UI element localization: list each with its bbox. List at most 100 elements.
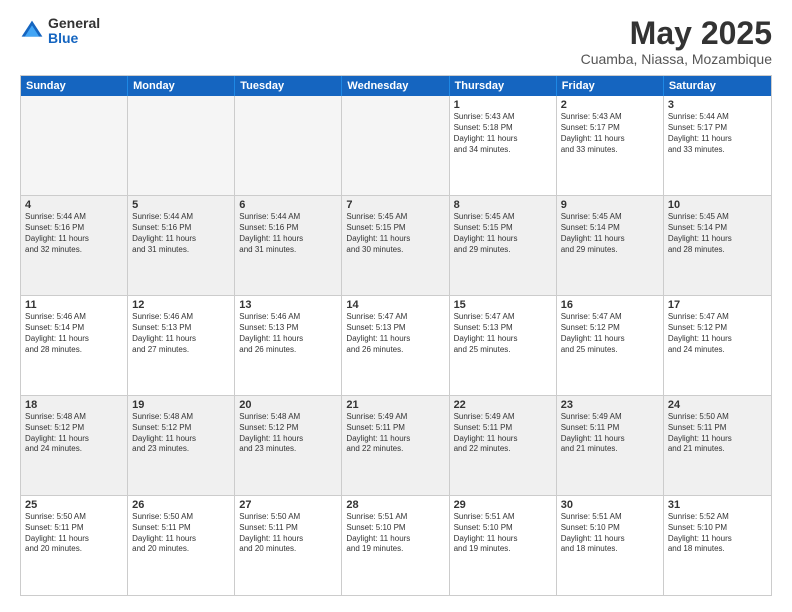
calendar-cell: 10Sunrise: 5:45 AM Sunset: 5:14 PM Dayli… (664, 196, 771, 295)
subtitle: Cuamba, Niassa, Mozambique (581, 51, 772, 67)
calendar: SundayMondayTuesdayWednesdayThursdayFrid… (20, 75, 772, 596)
cell-text: Sunrise: 5:44 AM Sunset: 5:16 PM Dayligh… (25, 212, 123, 255)
calendar-header: SundayMondayTuesdayWednesdayThursdayFrid… (21, 76, 771, 96)
calendar-cell: 30Sunrise: 5:51 AM Sunset: 5:10 PM Dayli… (557, 496, 664, 595)
logo: General Blue (20, 16, 100, 47)
day-number: 7 (346, 199, 444, 211)
day-number: 22 (454, 399, 552, 411)
calendar-cell: 25Sunrise: 5:50 AM Sunset: 5:11 PM Dayli… (21, 496, 128, 595)
day-number: 18 (25, 399, 123, 411)
cell-text: Sunrise: 5:46 AM Sunset: 5:13 PM Dayligh… (132, 312, 230, 355)
calendar-cell: 9Sunrise: 5:45 AM Sunset: 5:14 PM Daylig… (557, 196, 664, 295)
logo-icon (20, 19, 44, 43)
calendar-cell (128, 96, 235, 195)
calendar-header-cell: Friday (557, 76, 664, 96)
day-number: 12 (132, 299, 230, 311)
cell-text: Sunrise: 5:49 AM Sunset: 5:11 PM Dayligh… (454, 412, 552, 455)
calendar-header-cell: Monday (128, 76, 235, 96)
calendar-cell: 26Sunrise: 5:50 AM Sunset: 5:11 PM Dayli… (128, 496, 235, 595)
day-number: 21 (346, 399, 444, 411)
calendar-cell: 3Sunrise: 5:44 AM Sunset: 5:17 PM Daylig… (664, 96, 771, 195)
cell-text: Sunrise: 5:45 AM Sunset: 5:14 PM Dayligh… (561, 212, 659, 255)
day-number: 19 (132, 399, 230, 411)
day-number: 3 (668, 99, 767, 111)
day-number: 4 (25, 199, 123, 211)
calendar-cell: 16Sunrise: 5:47 AM Sunset: 5:12 PM Dayli… (557, 296, 664, 395)
day-number: 1 (454, 99, 552, 111)
calendar-row: 4Sunrise: 5:44 AM Sunset: 5:16 PM Daylig… (21, 196, 771, 296)
day-number: 10 (668, 199, 767, 211)
cell-text: Sunrise: 5:46 AM Sunset: 5:14 PM Dayligh… (25, 312, 123, 355)
calendar-cell: 31Sunrise: 5:52 AM Sunset: 5:10 PM Dayli… (664, 496, 771, 595)
day-number: 17 (668, 299, 767, 311)
day-number: 6 (239, 199, 337, 211)
calendar-cell: 8Sunrise: 5:45 AM Sunset: 5:15 PM Daylig… (450, 196, 557, 295)
day-number: 23 (561, 399, 659, 411)
cell-text: Sunrise: 5:52 AM Sunset: 5:10 PM Dayligh… (668, 512, 767, 555)
calendar-cell: 19Sunrise: 5:48 AM Sunset: 5:12 PM Dayli… (128, 396, 235, 495)
day-number: 29 (454, 499, 552, 511)
calendar-cell (21, 96, 128, 195)
day-number: 14 (346, 299, 444, 311)
calendar-cell: 7Sunrise: 5:45 AM Sunset: 5:15 PM Daylig… (342, 196, 449, 295)
calendar-cell: 29Sunrise: 5:51 AM Sunset: 5:10 PM Dayli… (450, 496, 557, 595)
cell-text: Sunrise: 5:50 AM Sunset: 5:11 PM Dayligh… (132, 512, 230, 555)
calendar-header-cell: Sunday (21, 76, 128, 96)
calendar-cell: 14Sunrise: 5:47 AM Sunset: 5:13 PM Dayli… (342, 296, 449, 395)
calendar-cell: 18Sunrise: 5:48 AM Sunset: 5:12 PM Dayli… (21, 396, 128, 495)
day-number: 30 (561, 499, 659, 511)
cell-text: Sunrise: 5:44 AM Sunset: 5:17 PM Dayligh… (668, 112, 767, 155)
cell-text: Sunrise: 5:51 AM Sunset: 5:10 PM Dayligh… (346, 512, 444, 555)
cell-text: Sunrise: 5:47 AM Sunset: 5:13 PM Dayligh… (454, 312, 552, 355)
logo-general: General (48, 16, 100, 31)
cell-text: Sunrise: 5:50 AM Sunset: 5:11 PM Dayligh… (25, 512, 123, 555)
day-number: 16 (561, 299, 659, 311)
page: General Blue May 2025 Cuamba, Niassa, Mo… (0, 0, 792, 612)
day-number: 5 (132, 199, 230, 211)
cell-text: Sunrise: 5:50 AM Sunset: 5:11 PM Dayligh… (239, 512, 337, 555)
day-number: 9 (561, 199, 659, 211)
cell-text: Sunrise: 5:48 AM Sunset: 5:12 PM Dayligh… (25, 412, 123, 455)
calendar-header-cell: Saturday (664, 76, 771, 96)
cell-text: Sunrise: 5:43 AM Sunset: 5:17 PM Dayligh… (561, 112, 659, 155)
calendar-header-cell: Thursday (450, 76, 557, 96)
main-title: May 2025 (581, 16, 772, 51)
cell-text: Sunrise: 5:48 AM Sunset: 5:12 PM Dayligh… (239, 412, 337, 455)
calendar-cell: 13Sunrise: 5:46 AM Sunset: 5:13 PM Dayli… (235, 296, 342, 395)
cell-text: Sunrise: 5:47 AM Sunset: 5:12 PM Dayligh… (561, 312, 659, 355)
day-number: 25 (25, 499, 123, 511)
logo-blue: Blue (48, 31, 100, 46)
calendar-cell: 2Sunrise: 5:43 AM Sunset: 5:17 PM Daylig… (557, 96, 664, 195)
calendar-header-cell: Wednesday (342, 76, 449, 96)
calendar-cell: 12Sunrise: 5:46 AM Sunset: 5:13 PM Dayli… (128, 296, 235, 395)
cell-text: Sunrise: 5:49 AM Sunset: 5:11 PM Dayligh… (346, 412, 444, 455)
logo-text: General Blue (48, 16, 100, 47)
calendar-cell: 28Sunrise: 5:51 AM Sunset: 5:10 PM Dayli… (342, 496, 449, 595)
cell-text: Sunrise: 5:51 AM Sunset: 5:10 PM Dayligh… (561, 512, 659, 555)
day-number: 13 (239, 299, 337, 311)
calendar-cell: 27Sunrise: 5:50 AM Sunset: 5:11 PM Dayli… (235, 496, 342, 595)
day-number: 11 (25, 299, 123, 311)
day-number: 31 (668, 499, 767, 511)
day-number: 27 (239, 499, 337, 511)
header: General Blue May 2025 Cuamba, Niassa, Mo… (20, 16, 772, 67)
day-number: 2 (561, 99, 659, 111)
day-number: 20 (239, 399, 337, 411)
calendar-cell: 11Sunrise: 5:46 AM Sunset: 5:14 PM Dayli… (21, 296, 128, 395)
cell-text: Sunrise: 5:44 AM Sunset: 5:16 PM Dayligh… (239, 212, 337, 255)
cell-text: Sunrise: 5:43 AM Sunset: 5:18 PM Dayligh… (454, 112, 552, 155)
calendar-row: 1Sunrise: 5:43 AM Sunset: 5:18 PM Daylig… (21, 96, 771, 196)
calendar-cell: 24Sunrise: 5:50 AM Sunset: 5:11 PM Dayli… (664, 396, 771, 495)
calendar-cell: 17Sunrise: 5:47 AM Sunset: 5:12 PM Dayli… (664, 296, 771, 395)
cell-text: Sunrise: 5:46 AM Sunset: 5:13 PM Dayligh… (239, 312, 337, 355)
calendar-body: 1Sunrise: 5:43 AM Sunset: 5:18 PM Daylig… (21, 96, 771, 595)
day-number: 28 (346, 499, 444, 511)
title-block: May 2025 Cuamba, Niassa, Mozambique (581, 16, 772, 67)
calendar-cell: 20Sunrise: 5:48 AM Sunset: 5:12 PM Dayli… (235, 396, 342, 495)
calendar-cell: 6Sunrise: 5:44 AM Sunset: 5:16 PM Daylig… (235, 196, 342, 295)
calendar-cell: 1Sunrise: 5:43 AM Sunset: 5:18 PM Daylig… (450, 96, 557, 195)
calendar-row: 18Sunrise: 5:48 AM Sunset: 5:12 PM Dayli… (21, 396, 771, 496)
cell-text: Sunrise: 5:49 AM Sunset: 5:11 PM Dayligh… (561, 412, 659, 455)
calendar-cell: 4Sunrise: 5:44 AM Sunset: 5:16 PM Daylig… (21, 196, 128, 295)
cell-text: Sunrise: 5:45 AM Sunset: 5:14 PM Dayligh… (668, 212, 767, 255)
